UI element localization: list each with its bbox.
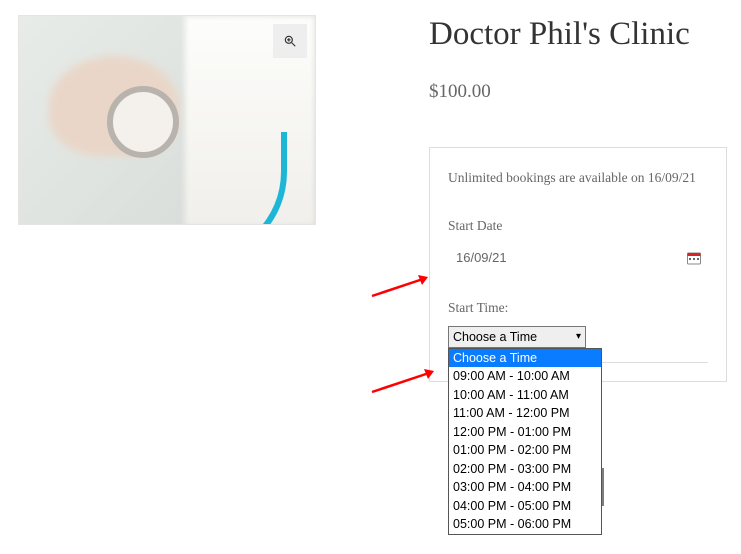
product-title: Doctor Phil's Clinic bbox=[429, 15, 727, 55]
time-option[interactable]: 02:00 PM - 03:00 PM bbox=[449, 460, 601, 479]
start-time-dropdown[interactable]: Choose a Time09:00 AM - 10:00 AM10:00 AM… bbox=[448, 348, 602, 535]
annotation-arrow bbox=[368, 358, 448, 400]
annotation-arrow bbox=[368, 266, 440, 302]
time-option[interactable]: 12:00 PM - 01:00 PM bbox=[449, 423, 601, 442]
time-option[interactable]: Choose a Time bbox=[449, 349, 601, 368]
time-option[interactable]: 05:00 PM - 06:00 PM bbox=[449, 515, 601, 534]
start-date-label: Start Date bbox=[448, 218, 708, 234]
time-option[interactable]: 03:00 PM - 04:00 PM bbox=[449, 478, 601, 497]
start-date-value: 16/09/21 bbox=[456, 250, 507, 265]
calendar-icon[interactable] bbox=[686, 250, 702, 266]
magnify-icon bbox=[283, 34, 297, 48]
time-option[interactable]: 04:00 PM - 05:00 PM bbox=[449, 497, 601, 516]
time-option[interactable]: 11:00 AM - 12:00 PM bbox=[449, 404, 601, 423]
start-time-label: Start Time: bbox=[448, 300, 708, 316]
time-option[interactable]: 09:00 AM - 10:00 AM bbox=[449, 367, 601, 386]
chevron-down-icon: ▾ bbox=[576, 331, 581, 342]
product-image[interactable] bbox=[18, 15, 316, 225]
time-option[interactable]: 01:00 PM - 02:00 PM bbox=[449, 441, 601, 460]
start-date-input[interactable]: 16/09/21 bbox=[448, 244, 708, 272]
booking-panel: Unlimited bookings are available on 16/0… bbox=[429, 147, 727, 382]
time-option[interactable]: 10:00 AM - 11:00 AM bbox=[449, 386, 601, 405]
start-time-selected: Choose a Time bbox=[453, 330, 537, 344]
start-time-select[interactable]: Choose a Time ▾ bbox=[448, 326, 586, 348]
zoom-button[interactable] bbox=[273, 24, 307, 58]
availability-text: Unlimited bookings are available on 16/0… bbox=[448, 170, 708, 186]
product-price: $100.00 bbox=[429, 81, 727, 103]
